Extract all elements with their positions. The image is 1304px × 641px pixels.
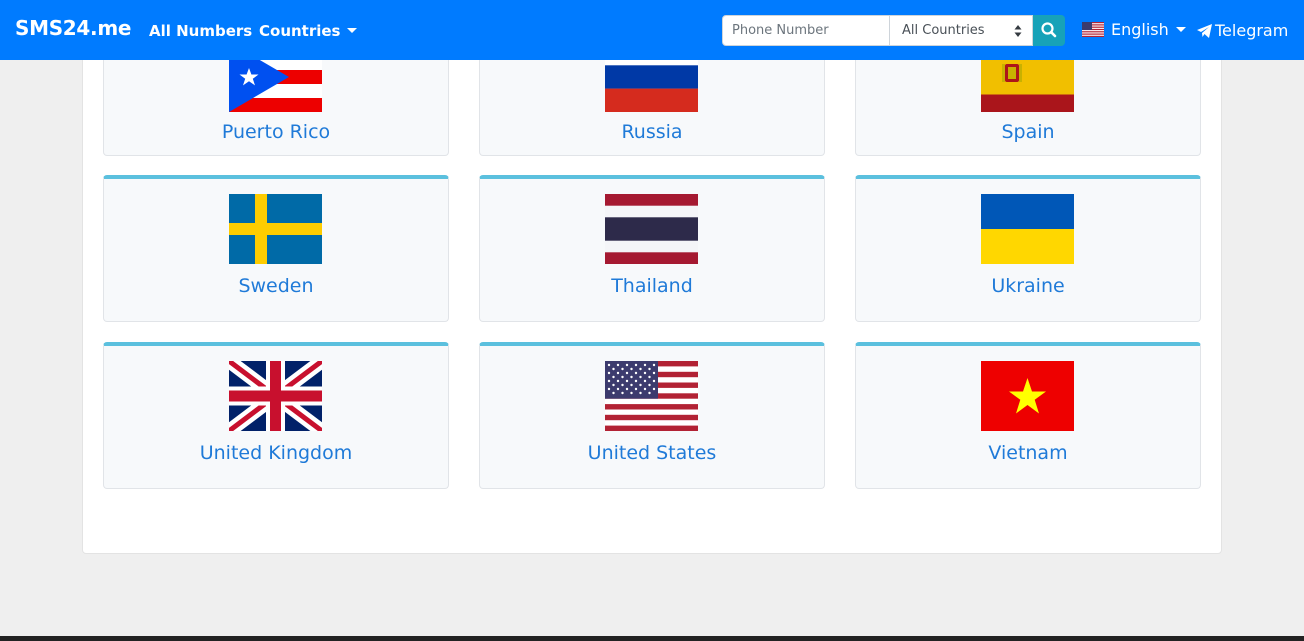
telegram-link[interactable]: Telegram — [1197, 21, 1288, 40]
us-flag-icon — [1082, 22, 1104, 37]
country-name[interactable]: Ukraine — [856, 275, 1200, 297]
select-arrows-icon — [1014, 25, 1022, 37]
country-card-united-kingdom[interactable]: United Kingdom — [103, 342, 449, 489]
nav-countries-dropdown[interactable]: Countries — [259, 22, 358, 40]
ukraine-flag — [981, 194, 1074, 264]
country-card-vietnam[interactable]: Vietnam — [855, 342, 1201, 489]
vietnam-flag — [981, 361, 1074, 431]
country-card-united-states[interactable]: United States — [479, 342, 825, 489]
country-name[interactable]: Puerto Rico — [104, 121, 448, 143]
nav-countries-label: Countries — [259, 22, 341, 40]
language-label: English — [1111, 20, 1169, 39]
nav-all-numbers[interactable]: All Numbers — [149, 22, 252, 40]
country-name[interactable]: United States — [480, 442, 824, 464]
country-select[interactable]: All Countries — [889, 15, 1033, 46]
thailand-flag — [605, 194, 698, 264]
country-name[interactable]: Sweden — [104, 275, 448, 297]
search-icon — [1041, 22, 1057, 38]
countries-panel: Puerto Rico Russia Spain Sweden Thailand… — [82, 0, 1222, 554]
united-kingdom-flag — [229, 361, 322, 431]
telegram-icon — [1197, 24, 1212, 38]
top-navbar: SMS24.me All Numbers Countries All Count… — [0, 0, 1304, 60]
chevron-down-icon — [347, 28, 358, 33]
chevron-down-icon — [1175, 27, 1186, 32]
country-card-sweden[interactable]: Sweden — [103, 175, 449, 322]
sweden-flag — [229, 194, 322, 264]
country-name[interactable]: Spain — [856, 121, 1200, 143]
country-select-value: All Countries — [902, 23, 985, 38]
country-name[interactable]: Russia — [480, 121, 824, 143]
search-button[interactable] — [1033, 15, 1065, 46]
brand-logo[interactable]: SMS24.me — [15, 16, 131, 40]
united-states-flag — [605, 361, 698, 431]
country-name[interactable]: Thailand — [480, 275, 824, 297]
phone-number-input[interactable] — [722, 15, 890, 46]
bottom-edge — [0, 636, 1304, 641]
telegram-label: Telegram — [1215, 21, 1289, 40]
country-card-thailand[interactable]: Thailand — [479, 175, 825, 322]
country-name[interactable]: Vietnam — [856, 442, 1200, 464]
country-name[interactable]: United Kingdom — [104, 442, 448, 464]
country-card-ukraine[interactable]: Ukraine — [855, 175, 1201, 322]
language-dropdown[interactable]: English — [1082, 20, 1186, 39]
